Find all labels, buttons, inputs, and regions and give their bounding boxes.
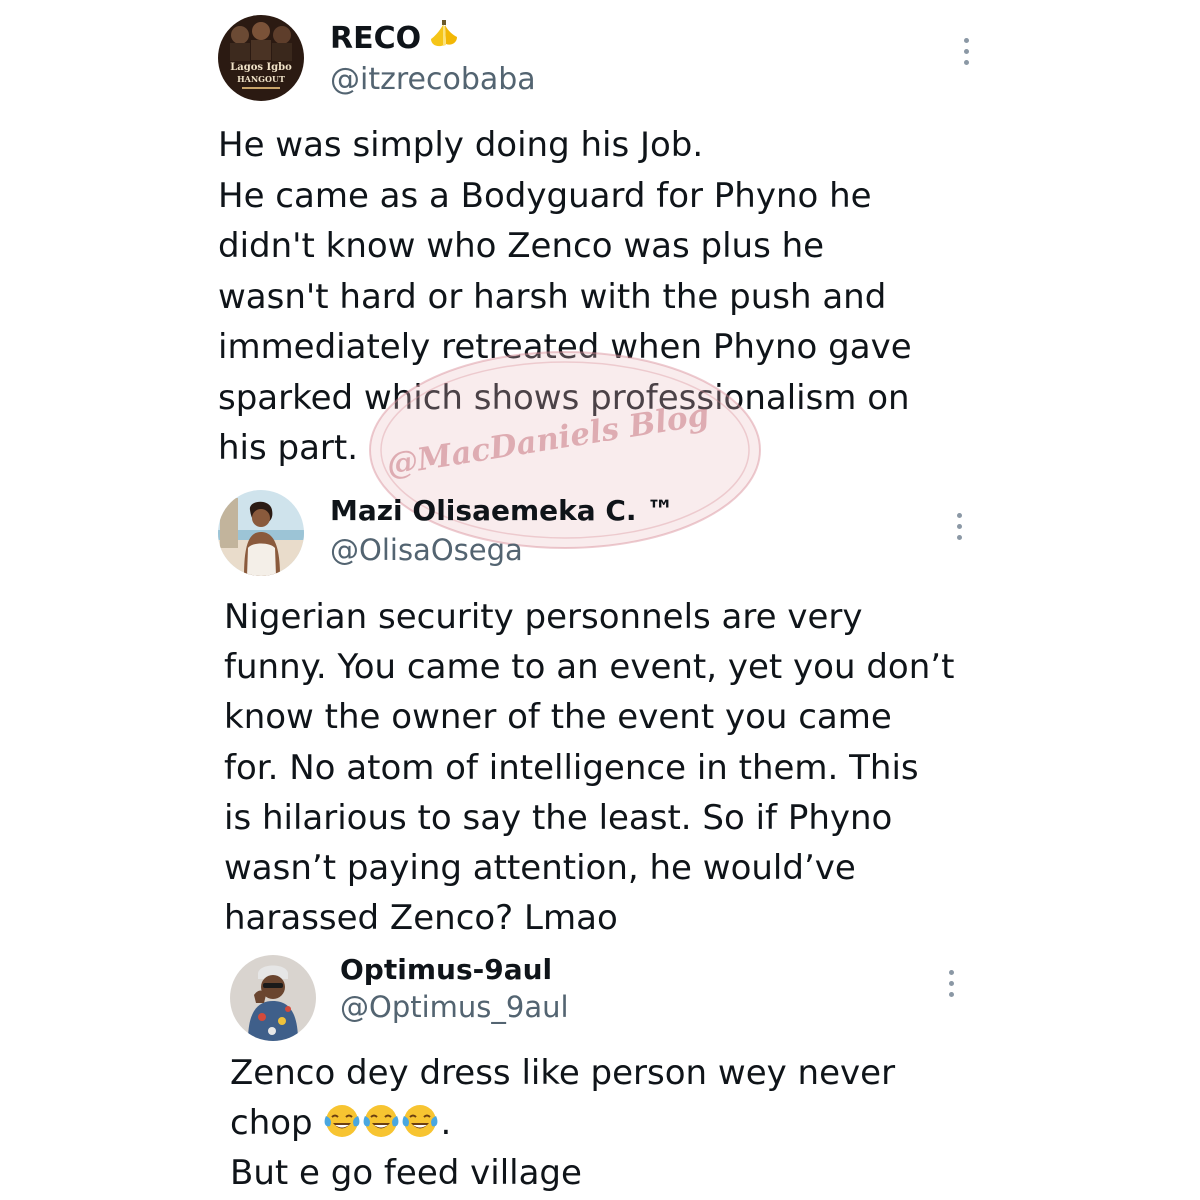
more-dot <box>948 992 954 997</box>
display-name[interactable]: RECO <box>330 21 421 56</box>
tweet-text-line: sparked which shows professionalism on <box>218 377 910 418</box>
more-dot <box>963 60 969 65</box>
tweet-text-line: wasn’t paying attention, he would’ve <box>224 848 856 889</box>
user-handle[interactable]: @Optimus_9aul <box>340 990 569 1024</box>
avatar-image <box>230 955 316 1041</box>
tweet-text-line: But e go feed village <box>230 1153 582 1193</box>
tweet-text: He was simply doing his Job. He came as … <box>218 120 912 474</box>
tweet-text: Zenco dey dress like person wey never ch… <box>230 1048 895 1198</box>
more-dot <box>956 535 962 540</box>
more-options-icon[interactable] <box>953 513 965 540</box>
screenshot-canvas: Lagos Igbo HANGOUT RECO @itzrecobaba He … <box>0 0 1200 1200</box>
tweet-text: Nigerian security personnels are very fu… <box>224 592 954 943</box>
face-with-tears-of-joy-icon <box>401 1102 439 1140</box>
more-options-icon[interactable] <box>960 38 972 65</box>
tweet-text-line: harassed Zenco? Lmao <box>224 898 618 939</box>
more-dot <box>956 513 962 518</box>
tweet-text-line: didn't know who Zenco was plus he <box>218 226 825 266</box>
more-dot <box>963 38 969 43</box>
display-name[interactable]: Mazi Olisaemeka C. ™ <box>330 494 674 527</box>
tweet-text-line: is hilarious to say the least. So if Phy… <box>224 797 893 838</box>
display-name-row[interactable]: Mazi Olisaemeka C. ™ <box>330 494 674 527</box>
face-with-tears-of-joy-icon <box>323 1102 361 1140</box>
tweet-text-line: He came as a Bodyguard for Phyno he <box>218 175 872 216</box>
tweet-text-fragment: . <box>440 1103 452 1143</box>
avatar-image <box>218 490 304 576</box>
tweet-text-line: his part. <box>218 428 359 468</box>
avatar[interactable]: Lagos Igbo HANGOUT <box>218 15 304 101</box>
avatar-image: Lagos Igbo HANGOUT <box>218 15 304 101</box>
tweet-text-line: Nigerian security personnels are very <box>224 597 863 637</box>
display-name-row[interactable]: RECO <box>330 18 459 58</box>
tweet-text-line: for. No atom of intelligence in them. Th… <box>224 747 919 788</box>
tweet-text-fragment: chop <box>230 1103 313 1143</box>
tweet-text-line: know the owner of the event you came <box>224 697 892 738</box>
face-with-tears-of-joy-icon <box>362 1102 400 1140</box>
tweet-text-line: Zenco dey dress like person wey never <box>230 1053 896 1093</box>
tweet-text-line: funny. You came to an event, yet you don… <box>224 647 955 688</box>
avatar[interactable] <box>218 490 304 576</box>
tweet-text-line: immediately retreated when Phyno gave <box>218 327 912 367</box>
display-name-row[interactable]: Optimus-9aul <box>340 953 552 986</box>
more-options-icon[interactable] <box>945 970 957 997</box>
more-dot <box>956 524 962 529</box>
svg-text:Lagos Igbo: Lagos Igbo <box>230 62 292 73</box>
banana-icon <box>429 18 459 58</box>
user-handle[interactable]: @OlisaOsega <box>330 533 523 567</box>
more-dot <box>963 49 969 54</box>
svg-text:HANGOUT: HANGOUT <box>237 74 285 84</box>
tweet-text-line: wasn't hard or harsh with the push and <box>218 276 887 317</box>
avatar[interactable] <box>230 955 316 1041</box>
more-dot <box>948 970 954 975</box>
user-handle[interactable]: @itzrecobaba <box>330 62 536 97</box>
display-name[interactable]: Optimus-9aul <box>340 953 552 986</box>
tweet-text-line: chop . <box>230 1098 895 1148</box>
more-dot <box>948 981 954 986</box>
tweet-text-line: He was simply doing his Job. <box>218 125 704 165</box>
